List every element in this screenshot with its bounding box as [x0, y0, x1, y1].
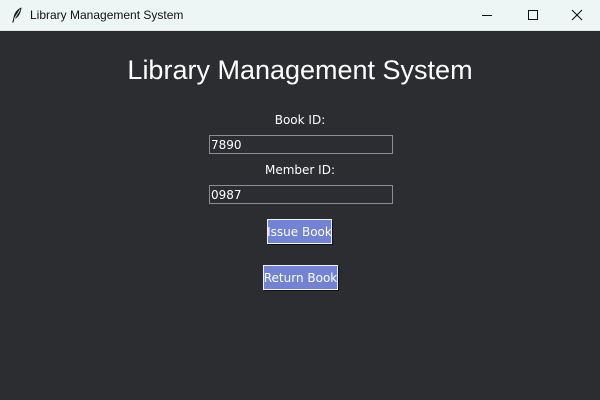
- book-id-label: Book ID:: [274, 113, 326, 127]
- minimize-button[interactable]: [464, 0, 510, 30]
- minimize-icon: [481, 9, 493, 21]
- app-window: Library Management System Library Manage…: [0, 0, 600, 400]
- window-title: Library Management System: [30, 8, 184, 22]
- maximize-button[interactable]: [510, 0, 556, 30]
- main-content: Library Management System Book ID: Membe…: [0, 31, 600, 400]
- member-id-label: Member ID:: [265, 163, 335, 177]
- return-book-button[interactable]: Return Book: [263, 265, 338, 290]
- issue-book-button[interactable]: Issue Book: [267, 219, 332, 244]
- close-icon: [571, 9, 583, 21]
- maximize-icon: [527, 9, 539, 21]
- title-bar[interactable]: Library Management System: [0, 0, 600, 31]
- member-id-input[interactable]: [209, 185, 393, 204]
- close-button[interactable]: [554, 0, 600, 30]
- feather-icon: [11, 7, 23, 23]
- page-title: Library Management System: [127, 55, 473, 85]
- book-id-input[interactable]: [209, 135, 393, 154]
